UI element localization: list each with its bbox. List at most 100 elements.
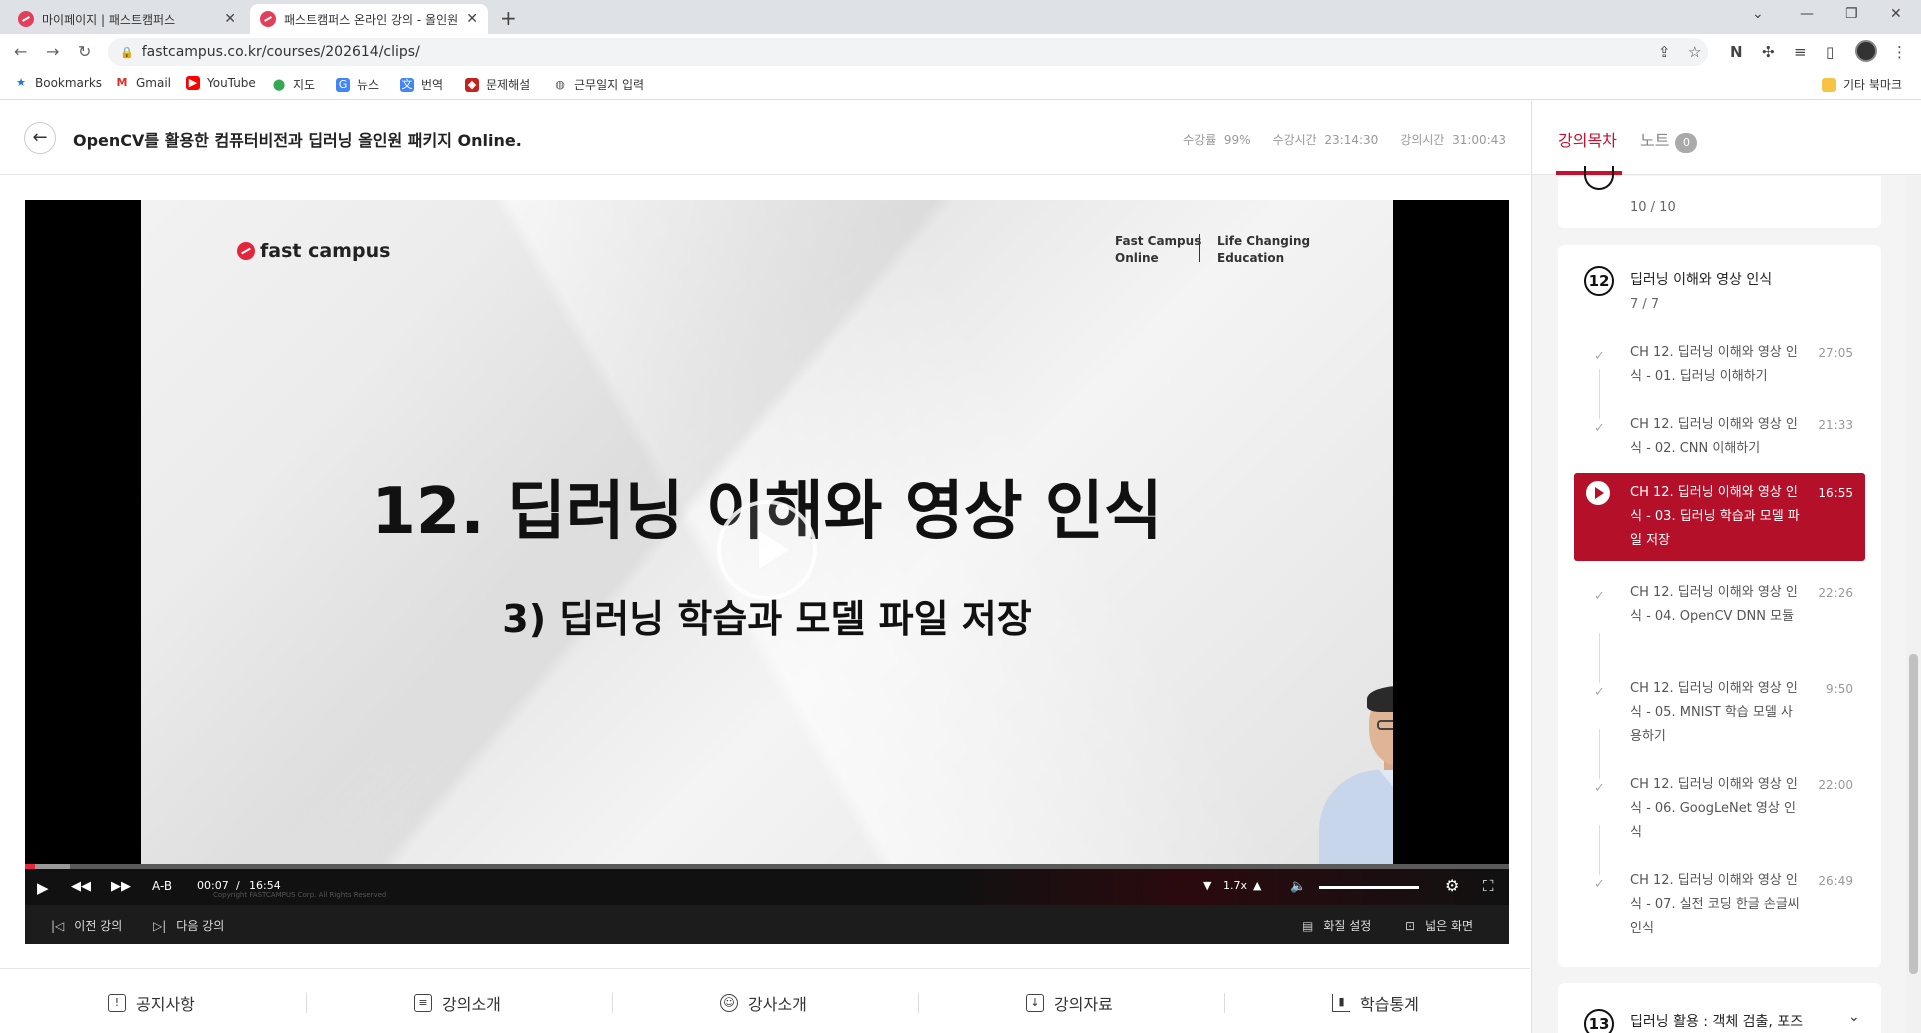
course-title: OpenCV를 활용한 컴퓨터비전과 딥러닝 올인원 패키지 Online. — [73, 131, 522, 150]
bookmark-problem[interactable]: ◆ 문제해설 — [465, 76, 530, 93]
big-play-icon[interactable] — [717, 500, 817, 600]
close-icon[interactable]: ✕ — [224, 11, 236, 27]
minimize-icon[interactable]: — — [1800, 6, 1814, 22]
lesson-item-current[interactable]: CH 12. 딥러닝 이해와 영상 인식 - 03. 딥러닝 학습과 모델 파일… — [1574, 473, 1865, 561]
menu-kebab-icon[interactable]: ⋮ — [1892, 43, 1907, 61]
fullscreen-icon[interactable]: ⛶ — [1483, 877, 1494, 895]
player-subbar: |◁ 이전 강의 ▷| 다음 강의 ▤ 화질 설정 ⊡ 넓은 화면 — [25, 905, 1509, 944]
play-icon[interactable]: ▶ — [37, 879, 49, 897]
extensions-puzzle-icon[interactable]: ✣ — [1762, 43, 1775, 61]
tab-title: 마이페이지 | 패스트캠퍼스 — [42, 12, 176, 27]
browser-tab-mypage[interactable]: 마이페이지 | 패스트캠퍼스 ✕ — [8, 4, 246, 34]
chapter-card-13[interactable]: 13 딥러닝 활용 : 객체 검출, 포즈 ⌄ — [1558, 983, 1881, 1033]
menu-stats[interactable]: ▮ 학습통계 — [1332, 991, 1419, 1015]
speed-up-icon[interactable]: ▲ — [1253, 879, 1261, 892]
menu-notice[interactable]: ! 공지사항 — [108, 991, 195, 1015]
sidebar-scrollbar[interactable] — [1906, 176, 1921, 1033]
settings-gear-icon[interactable]: ⚙ — [1445, 876, 1459, 895]
bookmark-maps[interactable]: ⬤ 지도 — [272, 76, 315, 93]
copyright-text: Copyright FASTCAMPUS Corp. All Rights Re… — [213, 891, 387, 899]
chapter-number-circle: 13 — [1584, 1009, 1614, 1033]
extension-n-icon[interactable]: N — [1730, 43, 1743, 61]
ab-repeat-button[interactable]: A-B — [152, 879, 172, 893]
fast-forward-icon[interactable]: ▶▶ — [111, 879, 131, 894]
maps-icon: ⬤ — [272, 77, 286, 91]
bookmark-other[interactable]: 기타 북마크 — [1822, 76, 1902, 93]
fastcampus-logo: fast campus — [237, 240, 390, 262]
volume-slider[interactable] — [1319, 886, 1419, 889]
lesson-duration: 26:49 — [1818, 874, 1853, 888]
checkmark-icon: ✓ — [1594, 589, 1605, 604]
skip-back-icon: |◁ — [51, 918, 65, 933]
share-icon[interactable]: ⇪ — [1658, 43, 1671, 61]
reading-list-icon[interactable]: ≡ — [1794, 43, 1807, 61]
reload-icon[interactable]: ↻ — [78, 42, 91, 61]
globe-icon: ◍ — [555, 77, 565, 91]
address-bar[interactable]: 🔒 fastcampus.co.kr/courses/202614/clips/ — [108, 38, 1708, 66]
menu-instructor-intro[interactable]: ☺ 강사소개 — [720, 991, 807, 1015]
notes-count-badge: 0 — [1675, 133, 1698, 153]
playback-speed[interactable]: 1.7x — [1223, 879, 1247, 892]
chevron-down-icon[interactable]: ⌄ — [1848, 1009, 1860, 1025]
chapter-progress-count: 7 / 7 — [1630, 297, 1660, 312]
browser-tab-course[interactable]: 패스트캠퍼스 온라인 강의 - 올인원 ✕ — [250, 4, 488, 34]
lesson-title: CH 12. 딥러닝 이해와 영상 인식 - 01. 딥러닝 이해하기 — [1630, 345, 1798, 384]
checkmark-icon: ✓ — [1594, 781, 1605, 796]
lesson-title: CH 12. 딥러닝 이해와 영상 인식 - 03. 딥러닝 학습과 모델 파일… — [1630, 485, 1800, 548]
lesson-duration: 16:55 — [1818, 486, 1853, 500]
course-header: ← OpenCV를 활용한 컴퓨터비전과 딥러닝 올인원 패키지 Online.… — [0, 101, 1530, 175]
bookmark-bookmarks[interactable]: ★ Bookmarks — [14, 76, 102, 90]
lock-icon: 🔒 — [120, 45, 134, 59]
close-icon[interactable]: ✕ — [466, 11, 478, 27]
scrollbar-thumb[interactable] — [1909, 654, 1918, 974]
rewind-icon[interactable]: ◀◀ — [71, 879, 91, 894]
previous-chapter-card: 10 / 10 — [1558, 166, 1881, 228]
download-doc-icon: ↓ — [1026, 994, 1044, 1012]
bookmark-star-icon[interactable]: ☆ — [1688, 43, 1701, 61]
quality-setting-button[interactable]: ▤ 화질 설정 — [1302, 917, 1371, 934]
tab-notes[interactable]: 노트 0 — [1640, 127, 1698, 153]
window-close-icon[interactable]: ✕ — [1890, 6, 1902, 22]
side-panel-icon[interactable]: ▯ — [1826, 43, 1834, 61]
user-icon: ☺ — [720, 994, 738, 1012]
volume-icon[interactable]: 🔈 — [1290, 879, 1306, 894]
lesson-title: CH 12. 딥러닝 이해와 영상 인식 - 04. OpenCV DNN 모듈 — [1630, 585, 1798, 624]
quality-icon: ▤ — [1302, 918, 1314, 933]
menu-course-intro[interactable]: ≡ 강의소개 — [414, 991, 501, 1015]
lesson-title: CH 12. 딥러닝 이해와 영상 인식 - 05. MNIST 학습 모델 사… — [1630, 681, 1798, 744]
video-player[interactable]: fast campus Fast Campus Online Life Chang… — [25, 200, 1509, 944]
lesson-item[interactable]: ✓ CH 12. 딥러닝 이해와 영상 인식 - 02. CNN 이해하기 21… — [1574, 369, 1865, 463]
bookmark-news[interactable]: G 뉴스 — [336, 76, 379, 93]
prev-lecture-button[interactable]: |◁ 이전 강의 — [51, 917, 122, 934]
lesson-item[interactable]: ✓ CH 12. 딥러닝 이해와 영상 인식 - 05. MNIST 학습 모델… — [1574, 633, 1865, 751]
menu-materials[interactable]: ↓ 강의자료 — [1026, 991, 1113, 1015]
lesson-item[interactable]: ✓ CH 12. 딥러닝 이해와 영상 인식 - 04. OpenCV DNN … — [1574, 581, 1865, 655]
checkmark-icon: ✓ — [1594, 421, 1605, 436]
profile-avatar[interactable] — [1855, 40, 1877, 62]
tab-search-icon[interactable]: ⌄ — [1752, 6, 1764, 22]
lesson-title: CH 12. 딥러닝 이해와 영상 인식 - 07. 실전 코딩 한글 손글씨 … — [1630, 873, 1800, 936]
tab-curriculum[interactable]: 강의목차 — [1558, 127, 1617, 151]
new-tab-icon[interactable]: + — [500, 6, 517, 30]
bookmark-worklog[interactable]: ◍ 근무일지 입력 — [553, 76, 644, 93]
fastcampus-favicon — [260, 11, 276, 27]
restore-icon[interactable]: ❐ — [1845, 6, 1858, 22]
notice-icon: ! — [108, 994, 126, 1012]
url-text: fastcampus.co.kr/courses/202614/clips/ — [141, 44, 420, 60]
lesson-item[interactable]: ✓ CH 12. 딥러닝 이해와 영상 인식 - 06. GoogLeNet 영… — [1574, 729, 1865, 847]
news-icon: G — [336, 77, 350, 92]
bookmark-translate[interactable]: 文 번역 — [400, 76, 443, 93]
bookmark-gmail[interactable]: M Gmail — [115, 76, 172, 90]
chapter-title[interactable]: 딥러닝 이해와 영상 인식 — [1630, 269, 1772, 289]
lesson-item[interactable]: ✓ CH 12. 딥러닝 이해와 영상 인식 - 01. 딥러닝 이해하기 27… — [1574, 341, 1865, 391]
lesson-item[interactable]: ✓ CH 12. 딥러닝 이해와 영상 인식 - 07. 실전 코딩 한글 손글… — [1574, 825, 1865, 943]
next-lecture-button[interactable]: ▷| 다음 강의 — [153, 917, 224, 934]
sidebar-tabs: 강의목차 노트 0 — [1532, 101, 1921, 175]
wide-screen-button[interactable]: ⊡ 넓은 화면 — [1405, 917, 1473, 934]
speed-down-icon[interactable]: ▼ — [1203, 879, 1211, 892]
curriculum-sidebar: 강의목차 노트 0 10 / 10 12 딥러닝 이해와 영상 인식 7 / 7 … — [1531, 101, 1921, 1033]
forward-arrow-icon[interactable]: → — [46, 42, 59, 61]
back-arrow-icon[interactable]: ← — [24, 122, 56, 154]
bookmark-youtube[interactable]: ▶ YouTube — [186, 76, 256, 90]
back-arrow-icon[interactable]: ← — [14, 42, 27, 61]
